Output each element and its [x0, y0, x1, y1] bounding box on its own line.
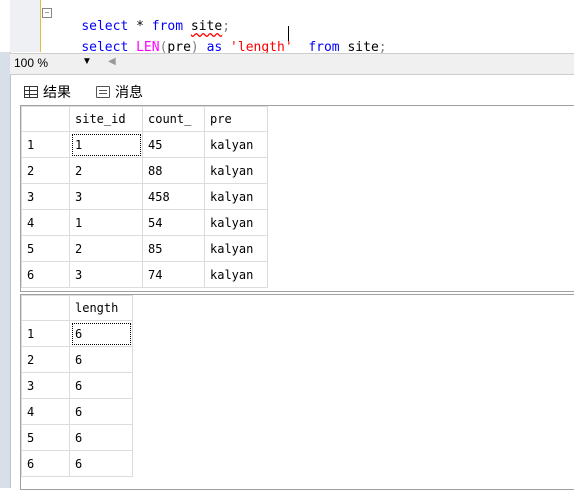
table-cell[interactable]: kalyan	[204, 183, 268, 210]
table-cell[interactable]: 2	[69, 157, 143, 184]
tab-results[interactable]: 结果	[24, 82, 71, 102]
row-number[interactable]: 3	[21, 372, 70, 399]
results-tabs: 结果 消息	[10, 78, 574, 104]
column-header[interactable]: pre	[204, 106, 268, 132]
results-table-2: length 1 6 2 6 3 6 4 6 5 6 6 6	[21, 295, 133, 477]
table-row: 4 1 54 kalyan	[21, 209, 268, 236]
table-cell[interactable]: 6	[69, 450, 133, 477]
table-cell[interactable]: 6	[69, 372, 133, 399]
row-header-corner[interactable]	[21, 295, 70, 321]
tab-label: 结果	[43, 85, 71, 101]
table-cell[interactable]: 45	[142, 131, 205, 158]
row-header-corner[interactable]	[21, 106, 70, 132]
query-editor[interactable]: − select * from site; select LEN(pre) as…	[0, 0, 574, 55]
results-table-1: site_id count_ pre 1 1 45 kalyan 2 2 88 …	[21, 106, 268, 288]
column-header[interactable]: site_id	[69, 106, 143, 132]
zoom-dropdown-icon[interactable]: ▼	[82, 56, 92, 67]
row-number[interactable]: 4	[21, 398, 70, 425]
table-cell[interactable]: 1	[69, 209, 143, 236]
table-cell[interactable]: kalyan	[204, 235, 268, 262]
table-cell[interactable]: 6	[69, 398, 133, 425]
grid-icon	[24, 86, 38, 98]
table-cell[interactable]: kalyan	[204, 261, 268, 288]
results-grid-1[interactable]: site_id count_ pre 1 1 45 kalyan 2 2 88 …	[20, 105, 574, 292]
column-header[interactable]: count_	[142, 106, 205, 132]
table-cell[interactable]: kalyan	[204, 157, 268, 184]
table-row: 3 6	[21, 372, 133, 399]
table-cell[interactable]: 1	[69, 131, 143, 158]
message-icon	[96, 86, 110, 98]
row-number[interactable]: 5	[21, 235, 70, 262]
tab-messages[interactable]: 消息	[96, 82, 143, 102]
row-number[interactable]: 1	[21, 320, 70, 347]
table-cell[interactable]: 6	[69, 320, 133, 347]
column-header[interactable]: length	[69, 295, 133, 321]
scroll-left-icon[interactable]: ◀	[108, 56, 116, 67]
table-row: 6 6	[21, 450, 133, 477]
row-number[interactable]: 1	[21, 131, 70, 158]
table-row: 3 3 458 kalyan	[21, 183, 268, 210]
table-cell[interactable]: 54	[142, 209, 205, 236]
zoom-level[interactable]: 100 %	[14, 56, 48, 70]
table-row: 5 2 85 kalyan	[21, 235, 268, 262]
table-row: 2 6	[21, 346, 133, 373]
table-row: 6 3 74 kalyan	[21, 261, 268, 288]
zoom-bar: 100 % ▼ ◀	[10, 53, 574, 75]
table-cell[interactable]: 6	[69, 424, 133, 451]
table-cell[interactable]: 458	[142, 183, 205, 210]
table-cell[interactable]: 88	[142, 157, 205, 184]
table-cell[interactable]: 2	[69, 235, 143, 262]
table-cell[interactable]: 85	[142, 235, 205, 262]
row-number[interactable]: 3	[21, 183, 70, 210]
header-row: site_id count_ pre	[21, 106, 268, 132]
row-number[interactable]: 6	[21, 261, 70, 288]
row-number[interactable]: 4	[21, 209, 70, 236]
row-number[interactable]: 2	[21, 346, 70, 373]
table-row: 5 6	[21, 424, 133, 451]
editor-gutter	[10, 0, 41, 52]
row-number[interactable]: 6	[21, 450, 70, 477]
text-caret	[288, 26, 289, 41]
table-cell[interactable]: kalyan	[204, 131, 268, 158]
table-cell[interactable]: 74	[142, 261, 205, 288]
table-cell[interactable]: 6	[69, 346, 133, 373]
tab-label: 消息	[115, 85, 143, 101]
table-cell[interactable]: 3	[69, 261, 143, 288]
row-number[interactable]: 2	[21, 157, 70, 184]
row-number[interactable]: 5	[21, 424, 70, 451]
table-row: 1 1 45 kalyan	[21, 131, 268, 158]
table-row: 1 6	[21, 320, 133, 347]
table-cell[interactable]: kalyan	[204, 209, 268, 236]
table-row: 2 2 88 kalyan	[21, 157, 268, 184]
table-row: 4 6	[21, 398, 133, 425]
header-row: length	[21, 295, 133, 321]
table-cell[interactable]: 3	[69, 183, 143, 210]
results-grid-2[interactable]: length 1 6 2 6 3 6 4 6 5 6 6 6	[20, 294, 574, 490]
